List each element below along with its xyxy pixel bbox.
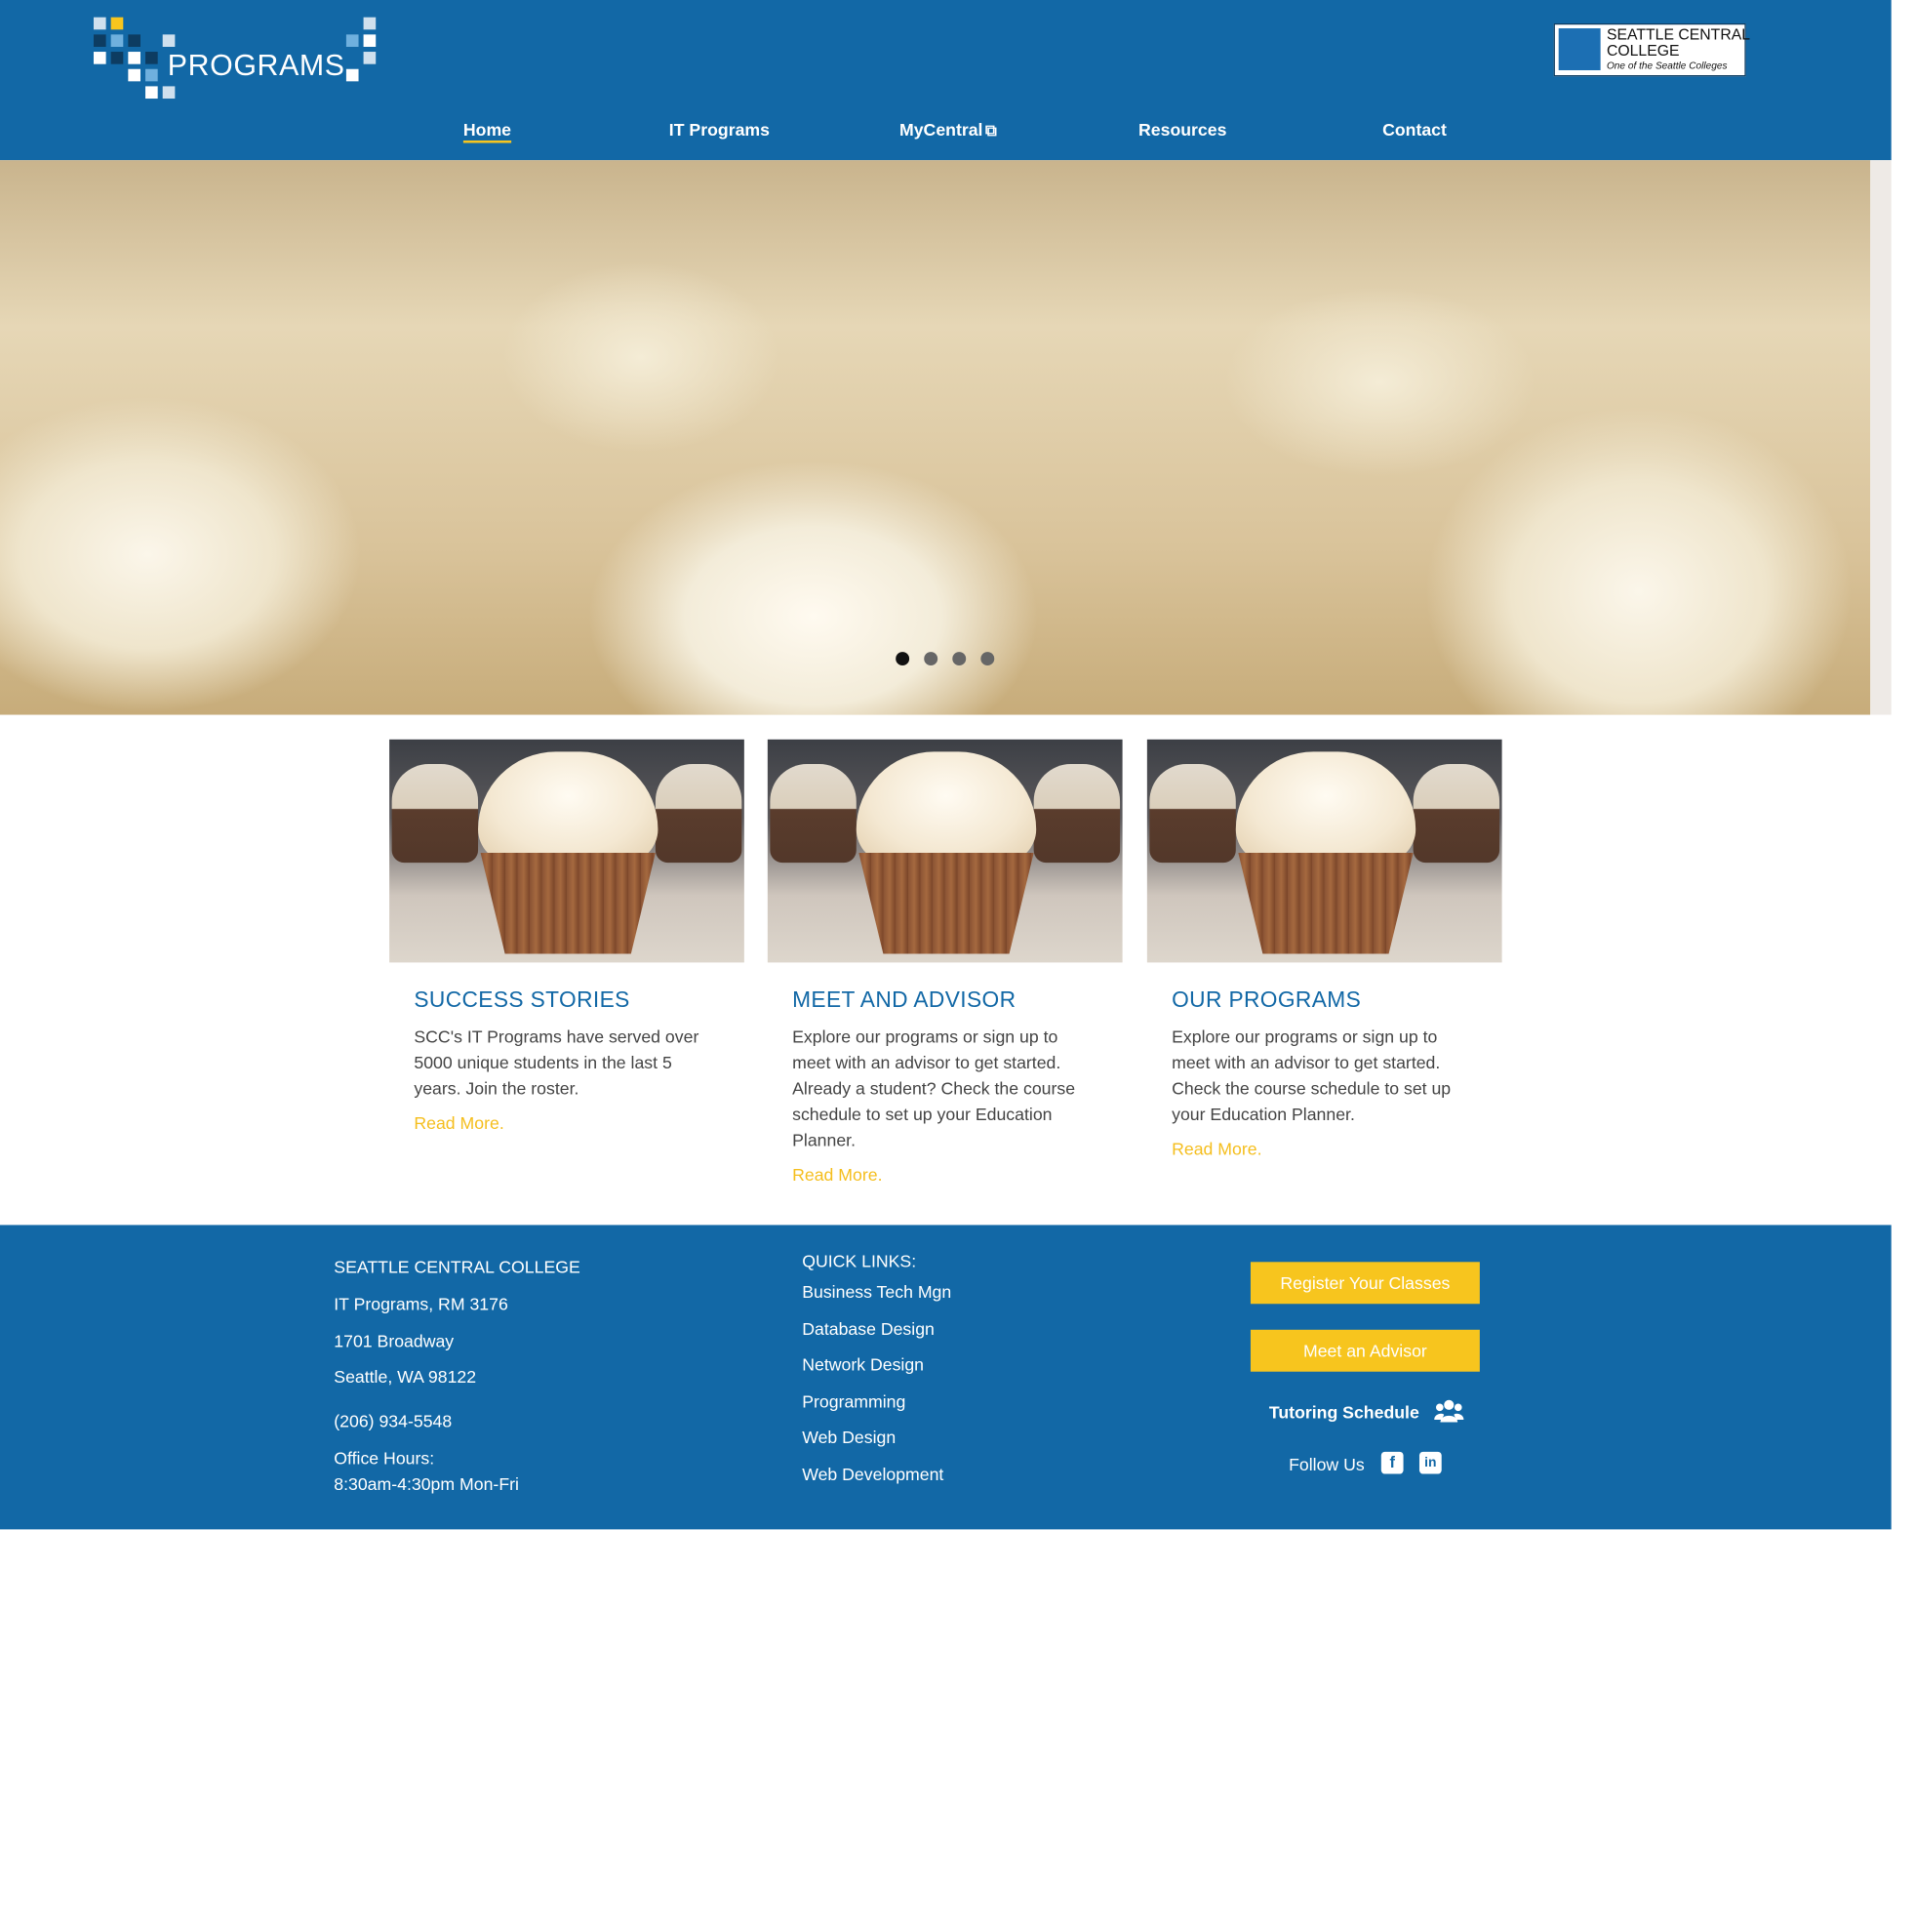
carousel-dot-2[interactable]	[924, 652, 938, 666]
read-more-link[interactable]: Read More.	[1172, 1139, 1501, 1158]
card-body: SCC's IT Programs have served over 5000 …	[414, 1026, 699, 1099]
register-classes-button[interactable]: Register Your Classes	[1250, 1262, 1480, 1305]
carousel-dot-1[interactable]	[896, 652, 910, 666]
carousel-dot-4[interactable]	[980, 652, 995, 666]
external-link-icon: ⧉	[985, 120, 997, 140]
quick-link-web-design[interactable]: Web Design	[802, 1428, 896, 1447]
college-tagline: One of the Seattle Colleges	[1606, 60, 1728, 72]
nav-item-home[interactable]: Home	[462, 120, 512, 143]
footer-hours: 8:30am-4:30pm Mon-Fri	[334, 1473, 519, 1494]
footer-phone: (206) 934-5548	[334, 1411, 453, 1431]
college-name-line2: COLLEGE	[1606, 41, 1680, 60]
card-title: SUCCESS STORIES	[414, 986, 630, 1012]
logo-wordmark: PROGRAMS	[167, 49, 345, 83]
card-body: Explore our programs or sign up to meet …	[792, 1026, 1076, 1150]
hero-edge	[1870, 160, 1892, 715]
quick-link-network-design[interactable]: Network Design	[802, 1354, 924, 1374]
card-success-stories: SUCCESS STORIES SCC's IT Programs have s…	[389, 739, 744, 1133]
footer-room: IT Programs, RM 3176	[334, 1294, 508, 1314]
footer-street: 1701 Broadway	[334, 1331, 455, 1351]
tutoring-schedule-label: Tutoring Schedule	[1268, 1402, 1419, 1423]
quick-link-programming[interactable]: Programming	[802, 1391, 905, 1411]
site-header: PROGRAMS SEATTLE CENTRAL COLLEGE One of …	[0, 0, 1892, 161]
follow-us-label: Follow Us	[1289, 1454, 1365, 1474]
college-name-line1: SEATTLE CENTRAL	[1606, 25, 1751, 44]
it-programs-logo[interactable]: PROGRAMS	[93, 0, 389, 104]
card-title: OUR PROGRAMS	[1172, 986, 1362, 1012]
main-nav: Home IT Programs MyCentral ⧉ Resources Co…	[0, 113, 1892, 147]
quick-link-web-development[interactable]: Web Development	[802, 1464, 943, 1483]
seattle-central-college-logo[interactable]: SEATTLE CENTRAL COLLEGE One of the Seatt…	[1553, 22, 1750, 77]
hero-carousel-image	[0, 160, 1871, 715]
linkedin-icon[interactable]: in	[1418, 1451, 1442, 1474]
quick-link-database-design[interactable]: Database Design	[802, 1318, 935, 1338]
carousel-dot-3[interactable]	[952, 652, 967, 666]
carousel-indicators	[0, 652, 1892, 666]
users-group-icon	[1433, 1399, 1464, 1428]
card-meet-advisor: MEET AND ADVISOR Explore our programs or…	[767, 739, 1123, 1185]
footer-college-name: SEATTLE CENTRAL COLLEGE	[334, 1257, 580, 1277]
card-image	[767, 739, 1123, 963]
nav-item-mycentral-label: MyCentral	[898, 119, 983, 140]
quick-links-heading: QUICK LINKS:	[802, 1250, 917, 1271]
card-image	[389, 739, 744, 963]
site-footer	[0, 1225, 1892, 1530]
card-title: MEET AND ADVISOR	[792, 986, 1017, 1012]
college-emblem-icon	[1558, 28, 1601, 70]
facebook-icon[interactable]: f	[1380, 1451, 1404, 1474]
footer-city: Seattle, WA 98122	[334, 1366, 477, 1387]
tutoring-schedule-link[interactable]: Tutoring Schedule	[1268, 1399, 1464, 1428]
nav-item-it-programs[interactable]: IT Programs	[669, 120, 770, 140]
card-body: Explore our programs or sign up to meet …	[1172, 1026, 1452, 1124]
card-image	[1146, 739, 1502, 963]
footer-hours-label: Office Hours:	[334, 1448, 435, 1469]
quick-link-business-tech[interactable]: Business Tech Mgn	[802, 1282, 951, 1302]
read-more-link[interactable]: Read More.	[414, 1112, 743, 1132]
nav-item-contact[interactable]: Contact	[1382, 120, 1447, 140]
nav-item-mycentral[interactable]: MyCentral ⧉	[899, 120, 997, 141]
nav-item-resources[interactable]: Resources	[1138, 120, 1226, 140]
page: PROGRAMS SEATTLE CENTRAL COLLEGE One of …	[0, 0, 1914, 1932]
card-our-programs: OUR PROGRAMS Explore our programs or sig…	[1146, 739, 1502, 1158]
meet-advisor-button[interactable]: Meet an Advisor	[1250, 1329, 1480, 1372]
read-more-link[interactable]: Read More.	[792, 1165, 1122, 1185]
